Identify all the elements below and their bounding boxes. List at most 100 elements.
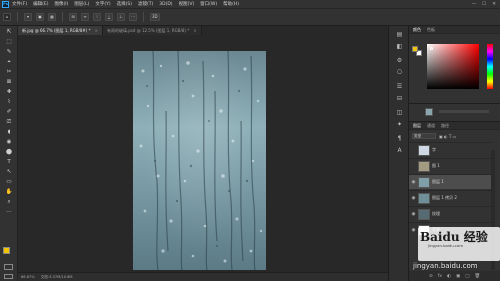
- home-icon[interactable]: ⌂: [3, 13, 11, 21]
- document-tabs: 新.jpg @ 66.7% (图层 1, RGB/8#) * × 有雨的玻璃.ps…: [18, 26, 388, 35]
- 3d-mode-button[interactable]: 3D: [150, 13, 160, 21]
- frame-tool-icon[interactable]: ⊠: [4, 79, 14, 86]
- layer-thumbnail: [418, 192, 430, 204]
- menu-layer[interactable]: 图层(L): [74, 1, 89, 7]
- properties-panel-icon[interactable]: ⚙: [394, 56, 405, 65]
- menu-view[interactable]: 视图(V): [179, 1, 195, 7]
- tab-label: 有雨的玻璃.psd @ 12.5% (图层 1, RGB/8) *: [106, 28, 190, 33]
- screen-mode-icon[interactable]: [4, 274, 13, 279]
- foreground-color-swatch[interactable]: [3, 247, 10, 254]
- channels-panel-icon[interactable]: ◫: [394, 108, 405, 117]
- align-bottom-button[interactable]: ⊥: [117, 13, 125, 21]
- gradient-tool-icon[interactable]: ◉: [4, 139, 14, 146]
- maximize-button[interactable]: ☐: [482, 2, 486, 7]
- align-center-button[interactable]: ≡: [81, 13, 89, 21]
- type-tool-icon[interactable]: T: [4, 159, 14, 166]
- layer-row[interactable]: ◉ 纹理: [409, 206, 491, 221]
- path-select-icon[interactable]: ↖: [4, 169, 14, 176]
- layer-name: 图层 1 拷贝 2: [432, 195, 457, 200]
- actions-panel-icon[interactable]: ◧: [394, 42, 405, 51]
- foreground-color-swatch[interactable]: [412, 46, 418, 52]
- close-icon[interactable]: ×: [193, 28, 196, 33]
- tab-color[interactable]: 颜色: [413, 27, 421, 33]
- eye-icon[interactable]: ◉: [409, 180, 418, 185]
- close-icon[interactable]: ×: [95, 28, 98, 33]
- tab-document-1[interactable]: 新.jpg @ 66.7% (图层 1, RGB/8#) * ×: [18, 26, 103, 35]
- brushes-panel-icon[interactable]: ✦: [394, 120, 405, 129]
- history-panel-icon[interactable]: ▤: [394, 30, 405, 39]
- tools-panel: ⇱ ⬚ ✎ ⌖ ✂ ⊠ ✚ ⌇ ✐ ⎚ ◖ ◉ ⬤ T ↖ ▭ ✋ ⌕ ⋯: [0, 26, 18, 281]
- tab-paths[interactable]: 路径: [441, 123, 449, 129]
- layer-row[interactable]: 图 1: [409, 158, 491, 173]
- auto-select-checkbox[interactable]: ▣: [36, 13, 44, 21]
- layer-thumbnail: [418, 176, 430, 188]
- menu-3d[interactable]: 3D(D): [159, 2, 172, 7]
- align-right-button[interactable]: ⫶: [93, 13, 101, 21]
- eyedropper-tool-icon[interactable]: ✚: [4, 89, 14, 96]
- menu-image[interactable]: 图像(I): [54, 1, 68, 7]
- hand-tool-icon[interactable]: ✋: [4, 189, 14, 196]
- move-tool-icon[interactable]: ⇱: [4, 29, 14, 36]
- raindrops-texture: [139, 51, 263, 270]
- menu-help[interactable]: 帮助(H): [223, 1, 239, 7]
- status-bar: 66.67% 文档:3.37M/10.6M: [18, 272, 388, 281]
- minimize-button[interactable]: —: [472, 2, 477, 7]
- layer-row[interactable]: ◉ 图层 1 拷贝 2: [409, 190, 491, 205]
- menu-file[interactable]: 文件(F): [12, 1, 27, 7]
- tab-channels[interactable]: 通道: [427, 123, 435, 129]
- paragraph-panel-icon[interactable]: ¶: [394, 134, 405, 143]
- new-layer-icon[interactable]: □: [465, 274, 469, 279]
- close-button[interactable]: ✕: [492, 2, 496, 7]
- clone-stamp-icon[interactable]: ⎚: [4, 119, 14, 126]
- menu-type[interactable]: 文字(Y): [95, 1, 110, 7]
- tab-layers[interactable]: 图层: [413, 123, 421, 129]
- fx-icon[interactable]: fx: [438, 274, 442, 279]
- move-tool-option[interactable]: ▾: [24, 13, 32, 21]
- align-top-button[interactable]: ⟂: [105, 13, 113, 21]
- marquee-tool-icon[interactable]: ⬚: [4, 39, 14, 46]
- tab-swatches[interactable]: 色板: [427, 27, 435, 33]
- menu-select[interactable]: 选择(S): [117, 1, 132, 7]
- layer-filter-select[interactable]: 类型: [412, 133, 436, 139]
- eye-icon[interactable]: ◉: [409, 228, 418, 233]
- layer-name: 图 1: [432, 163, 440, 168]
- document-size: 文档:3.37M/10.6M: [40, 275, 73, 279]
- eye-icon[interactable]: ◉: [409, 196, 418, 201]
- styles-panel-icon[interactable]: ⊟: [394, 94, 405, 103]
- tab-document-2[interactable]: 有雨的玻璃.psd @ 12.5% (图层 1, RGB/8) * ×: [102, 26, 202, 35]
- healing-brush-icon[interactable]: ⌇: [4, 99, 14, 106]
- zoom-tool-icon[interactable]: ⌕: [4, 199, 14, 206]
- transform-controls-checkbox[interactable]: ▦: [48, 13, 56, 21]
- crop-tool-icon[interactable]: ✂: [4, 69, 14, 76]
- adjustment-layer-icon[interactable]: ◐: [447, 274, 451, 279]
- layer-row[interactable]: 字: [409, 142, 491, 157]
- rain-glass-photo[interactable]: [133, 51, 266, 270]
- color-picker-field[interactable]: [427, 44, 479, 89]
- tab-label: 新.jpg @ 66.7% (图层 1, RGB/8#) *: [22, 28, 91, 33]
- menu-window[interactable]: 窗口(W): [200, 1, 217, 7]
- layer-row-selected[interactable]: ◉ 图层 1: [409, 174, 491, 189]
- eye-icon[interactable]: ◉: [409, 212, 418, 217]
- more-options-button[interactable]: ⋯: [129, 13, 137, 21]
- lasso-tool-icon[interactable]: ✎: [4, 49, 14, 56]
- eraser-tool-icon[interactable]: ◖: [4, 129, 14, 136]
- picker-cursor[interactable]: [430, 47, 433, 50]
- quick-mask-icon[interactable]: [4, 264, 13, 270]
- zoom-level[interactable]: 66.67%: [21, 273, 35, 281]
- quick-select-tool-icon[interactable]: ⌖: [4, 59, 14, 66]
- character-panel-icon[interactable]: A: [394, 146, 405, 155]
- more-tools-icon[interactable]: ⋯: [4, 209, 14, 216]
- brush-tool-icon[interactable]: ✐: [4, 109, 14, 116]
- blur-tool-icon[interactable]: ⬤: [4, 149, 14, 156]
- menu-filter[interactable]: 滤镜(T): [138, 1, 153, 7]
- menu-edit[interactable]: 编辑(E): [33, 1, 48, 7]
- align-left-button[interactable]: ⊞: [69, 13, 77, 21]
- trash-icon[interactable]: 🗑: [475, 274, 481, 279]
- link-layers-icon[interactable]: ⊘: [429, 274, 433, 279]
- filter-icons[interactable]: ▣ ◐ T ▭: [439, 134, 456, 139]
- rectangle-tool-icon[interactable]: ▭: [4, 179, 14, 186]
- hue-slider[interactable]: [487, 44, 493, 89]
- adjustments-panel-icon[interactable]: ⎔: [394, 68, 405, 77]
- group-icon[interactable]: ▣: [456, 274, 460, 279]
- libraries-panel-icon[interactable]: ☰: [394, 82, 405, 91]
